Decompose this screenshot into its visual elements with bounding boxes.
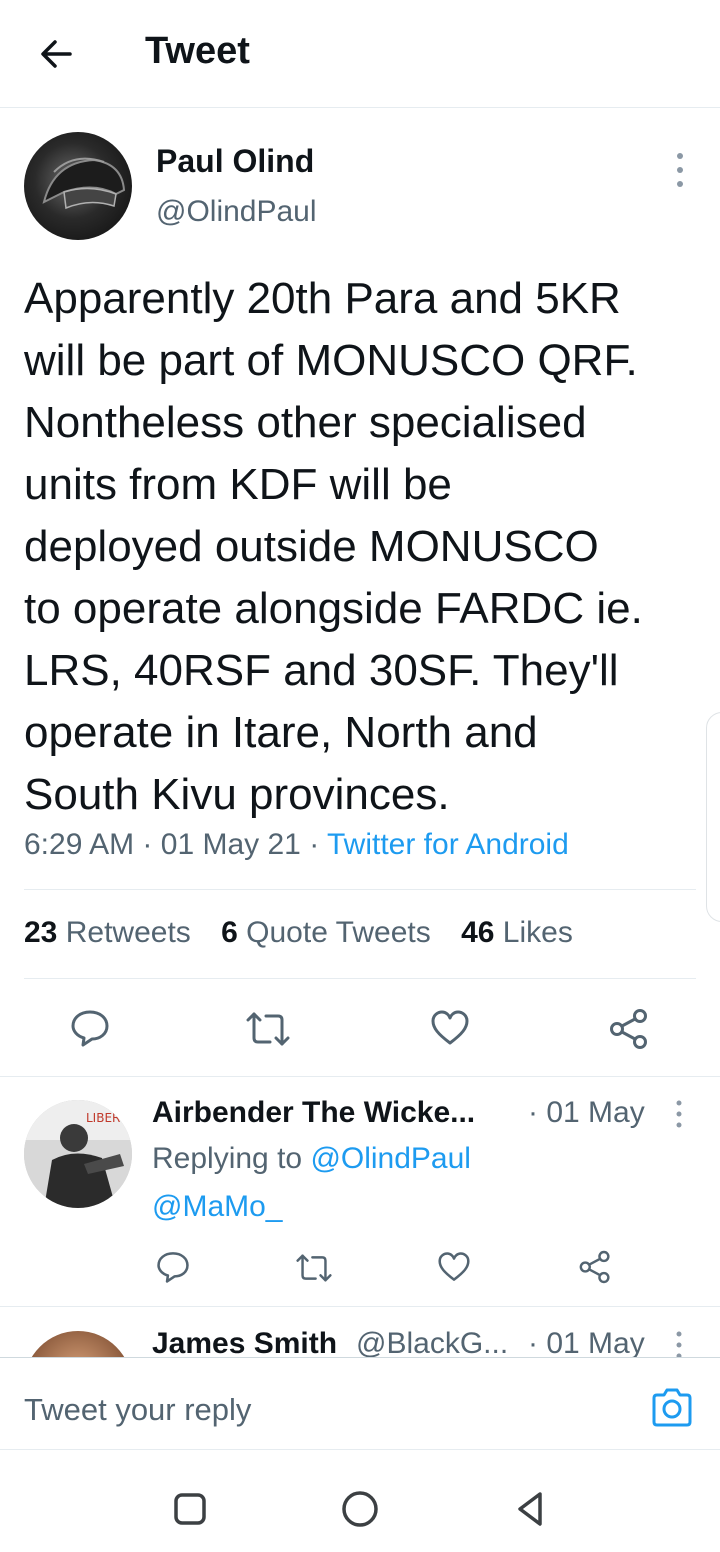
retweet-icon[interactable] bbox=[296, 1252, 332, 1284]
tweet-source-link[interactable]: Twitter for Android bbox=[327, 828, 569, 861]
tweet-meta: 6:29 AM · 01 May 21 · Twitter for Androi… bbox=[24, 828, 569, 862]
tweet-time: 6:29 AM bbox=[24, 828, 135, 861]
tweet-date: 01 May 21 bbox=[160, 828, 301, 861]
likes-stat[interactable]: 46 Likes bbox=[461, 916, 573, 949]
separator-dot: · bbox=[142, 828, 153, 861]
reply-avatar[interactable] bbox=[24, 1331, 132, 1357]
likes-count: 46 bbox=[461, 916, 495, 949]
quotes-count: 6 bbox=[221, 916, 238, 949]
reply-icon[interactable] bbox=[70, 1008, 110, 1048]
author-avatar[interactable] bbox=[24, 132, 132, 240]
profile-photo-image: LIBER bbox=[24, 1100, 132, 1208]
reply-author-handle[interactable]: @BlackG... bbox=[356, 1327, 508, 1357]
retweets-stat[interactable]: 23 Retweets bbox=[24, 916, 191, 949]
reply-date: · 01 May bbox=[528, 1096, 645, 1129]
reply-item-partial: James Smith @BlackG... · 01 May bbox=[0, 1307, 720, 1357]
like-heart-icon[interactable] bbox=[430, 1009, 470, 1047]
recent-apps-icon[interactable] bbox=[172, 1491, 208, 1527]
like-heart-icon[interactable] bbox=[437, 1251, 471, 1283]
more-options-icon[interactable] bbox=[674, 1331, 684, 1357]
back-arrow-icon[interactable] bbox=[36, 34, 76, 74]
system-nav-bar bbox=[0, 1449, 720, 1552]
reply-author-name[interactable]: Airbender The Wicke... bbox=[152, 1096, 475, 1130]
retweets-count: 23 bbox=[24, 916, 58, 949]
separator-dot: · bbox=[309, 828, 320, 861]
replying-to-handle[interactable]: @OlindPaul bbox=[310, 1142, 471, 1175]
more-options-icon[interactable] bbox=[674, 1100, 684, 1128]
share-icon[interactable] bbox=[608, 1008, 650, 1050]
replying-to-label: Replying to bbox=[152, 1142, 303, 1175]
retweet-icon[interactable] bbox=[246, 1010, 290, 1048]
tweet-text: Apparently 20th Para and 5KR will be par… bbox=[24, 274, 643, 819]
divider bbox=[24, 978, 696, 979]
top-bar: Tweet bbox=[0, 0, 720, 108]
tweet-stats: 23 Retweets 6 Quote Tweets 46 Likes bbox=[24, 916, 595, 950]
quotes-label: Quote Tweets bbox=[246, 916, 431, 949]
page-title: Tweet bbox=[145, 30, 250, 72]
divider bbox=[24, 889, 696, 890]
back-nav-icon[interactable] bbox=[512, 1490, 548, 1528]
author-name[interactable]: Paul Olind bbox=[156, 143, 314, 180]
reply-input[interactable]: Tweet your reply bbox=[24, 1392, 251, 1428]
reply-date: · 01 May bbox=[528, 1327, 645, 1357]
reply-mention[interactable]: @MaMo_ bbox=[152, 1190, 283, 1224]
share-icon[interactable] bbox=[578, 1250, 612, 1284]
author-handle[interactable]: @OlindPaul bbox=[156, 195, 317, 229]
edge-panel-handle[interactable] bbox=[706, 712, 720, 922]
retweets-label: Retweets bbox=[65, 916, 191, 949]
helmet-image bbox=[42, 157, 126, 210]
replying-to-line: Replying to @OlindPaul bbox=[152, 1142, 471, 1176]
reply-icon[interactable] bbox=[156, 1250, 190, 1284]
more-options-icon[interactable] bbox=[674, 152, 686, 188]
quotes-stat[interactable]: 6 Quote Tweets bbox=[221, 916, 431, 949]
camera-icon[interactable] bbox=[650, 1388, 694, 1428]
home-icon[interactable] bbox=[340, 1489, 380, 1529]
reply-avatar[interactable]: LIBER bbox=[24, 1100, 132, 1208]
svg-text:LIBER: LIBER bbox=[86, 1111, 120, 1125]
reply-author-name[interactable]: James Smith bbox=[152, 1327, 337, 1357]
likes-label: Likes bbox=[502, 916, 573, 949]
divider bbox=[0, 1076, 720, 1077]
